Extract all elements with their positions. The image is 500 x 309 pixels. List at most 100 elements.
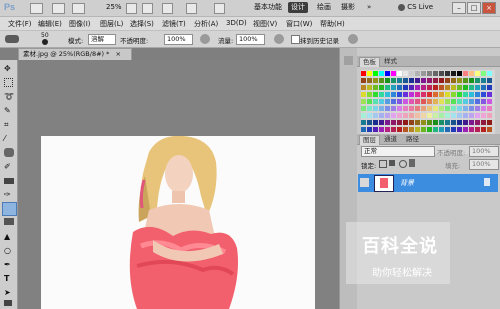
eraser-tool-preset-icon[interactable] [5, 35, 19, 43]
color-swatch[interactable] [439, 127, 444, 132]
color-swatch[interactable] [397, 85, 402, 90]
color-swatch[interactable] [391, 127, 396, 132]
color-swatch[interactable] [367, 99, 372, 104]
color-swatch[interactable] [403, 127, 408, 132]
erase-to-history-checkbox[interactable] [291, 35, 300, 44]
color-swatch[interactable] [421, 99, 426, 104]
brush-tip-icon[interactable] [42, 39, 48, 45]
tab-layers[interactable]: 图层 [359, 135, 380, 145]
color-swatch[interactable] [415, 106, 420, 111]
brush-size[interactable]: 50 [41, 32, 49, 39]
menu-layer[interactable]: 图层(L) [100, 19, 123, 29]
tab-styles[interactable]: 样式 [381, 57, 400, 66]
color-swatch[interactable] [385, 113, 390, 118]
color-swatch[interactable] [475, 113, 480, 118]
color-swatch[interactable] [415, 92, 420, 97]
color-swatch[interactable] [421, 120, 426, 125]
color-swatch[interactable] [433, 99, 438, 104]
color-swatch[interactable] [415, 127, 420, 132]
color-swatch[interactable] [379, 85, 384, 90]
color-swatch[interactable] [463, 127, 468, 132]
brush-tool-icon[interactable]: ✐ [4, 162, 14, 171]
color-swatch[interactable] [409, 120, 414, 125]
color-swatch[interactable] [451, 78, 456, 83]
color-swatch[interactable] [487, 127, 492, 132]
color-swatch[interactable] [361, 78, 366, 83]
color-swatch[interactable] [415, 85, 420, 90]
color-swatch[interactable] [379, 127, 384, 132]
color-swatch[interactable] [403, 78, 408, 83]
color-swatch[interactable] [391, 71, 396, 76]
color-swatch[interactable] [439, 78, 444, 83]
color-swatch[interactable] [481, 127, 486, 132]
color-swatch[interactable] [481, 85, 486, 90]
color-swatch[interactable] [439, 99, 444, 104]
lock-position-icon[interactable] [399, 160, 407, 168]
color-swatch[interactable] [409, 106, 414, 111]
color-swatch[interactable] [361, 113, 366, 118]
color-swatch[interactable] [433, 120, 438, 125]
color-swatch[interactable] [403, 120, 408, 125]
color-swatch[interactable] [385, 78, 390, 83]
color-swatch[interactable] [481, 92, 486, 97]
opacity-input[interactable]: 100% [164, 34, 193, 45]
color-swatch[interactable] [475, 85, 480, 90]
color-swatch[interactable] [367, 106, 372, 111]
color-swatch[interactable] [469, 92, 474, 97]
rotate-view-icon[interactable] [162, 3, 173, 14]
color-swatch[interactable] [445, 85, 450, 90]
color-swatch[interactable] [409, 71, 414, 76]
color-swatch[interactable] [427, 127, 432, 132]
color-swatch[interactable] [457, 106, 462, 111]
color-swatch[interactable] [457, 92, 462, 97]
hand-tool-icon[interactable] [126, 3, 137, 14]
color-swatch[interactable] [463, 99, 468, 104]
color-swatch[interactable] [409, 99, 414, 104]
color-swatch[interactable] [373, 71, 378, 76]
color-swatch[interactable] [445, 99, 450, 104]
color-swatch[interactable] [439, 85, 444, 90]
maximize-button[interactable]: □ [467, 2, 481, 14]
color-swatch[interactable] [481, 99, 486, 104]
color-swatch[interactable] [391, 85, 396, 90]
color-swatch[interactable] [475, 78, 480, 83]
color-swatch[interactable] [469, 85, 474, 90]
color-swatch[interactable] [469, 113, 474, 118]
workspace-essentials[interactable]: 基本功能 [251, 2, 285, 13]
tab-paths[interactable]: 路径 [403, 135, 422, 144]
color-swatch[interactable] [397, 113, 402, 118]
tablet-pressure-icon[interactable] [348, 34, 358, 44]
color-swatch[interactable] [361, 127, 366, 132]
color-swatch[interactable] [379, 92, 384, 97]
color-swatch[interactable] [457, 85, 462, 90]
color-swatch[interactable] [427, 92, 432, 97]
color-swatch[interactable] [385, 99, 390, 104]
color-swatch[interactable] [403, 106, 408, 111]
color-swatch[interactable] [385, 106, 390, 111]
color-swatch[interactable] [433, 78, 438, 83]
color-swatch[interactable] [457, 78, 462, 83]
menu-select[interactable]: 选择(S) [130, 19, 154, 29]
color-swatch[interactable] [409, 113, 414, 118]
color-swatch[interactable] [457, 113, 462, 118]
color-swatch[interactable] [385, 127, 390, 132]
color-swatch[interactable] [475, 92, 480, 97]
layer-visibility-eye-icon[interactable] [360, 178, 369, 187]
color-swatch[interactable] [409, 85, 414, 90]
arrange-documents-icon[interactable] [186, 3, 197, 14]
color-swatch[interactable] [433, 71, 438, 76]
color-swatch[interactable] [487, 113, 492, 118]
color-swatch[interactable] [469, 106, 474, 111]
color-swatch[interactable] [439, 92, 444, 97]
color-swatch[interactable] [445, 113, 450, 118]
color-swatch[interactable] [445, 120, 450, 125]
color-swatch[interactable] [439, 113, 444, 118]
color-swatch[interactable] [463, 113, 468, 118]
color-swatch[interactable] [409, 127, 414, 132]
color-swatch[interactable] [403, 113, 408, 118]
color-swatch[interactable] [475, 99, 480, 104]
color-swatch[interactable] [397, 92, 402, 97]
color-swatch[interactable] [445, 78, 450, 83]
color-swatch[interactable] [397, 71, 402, 76]
menu-3d[interactable]: 3D(D) [226, 19, 247, 27]
